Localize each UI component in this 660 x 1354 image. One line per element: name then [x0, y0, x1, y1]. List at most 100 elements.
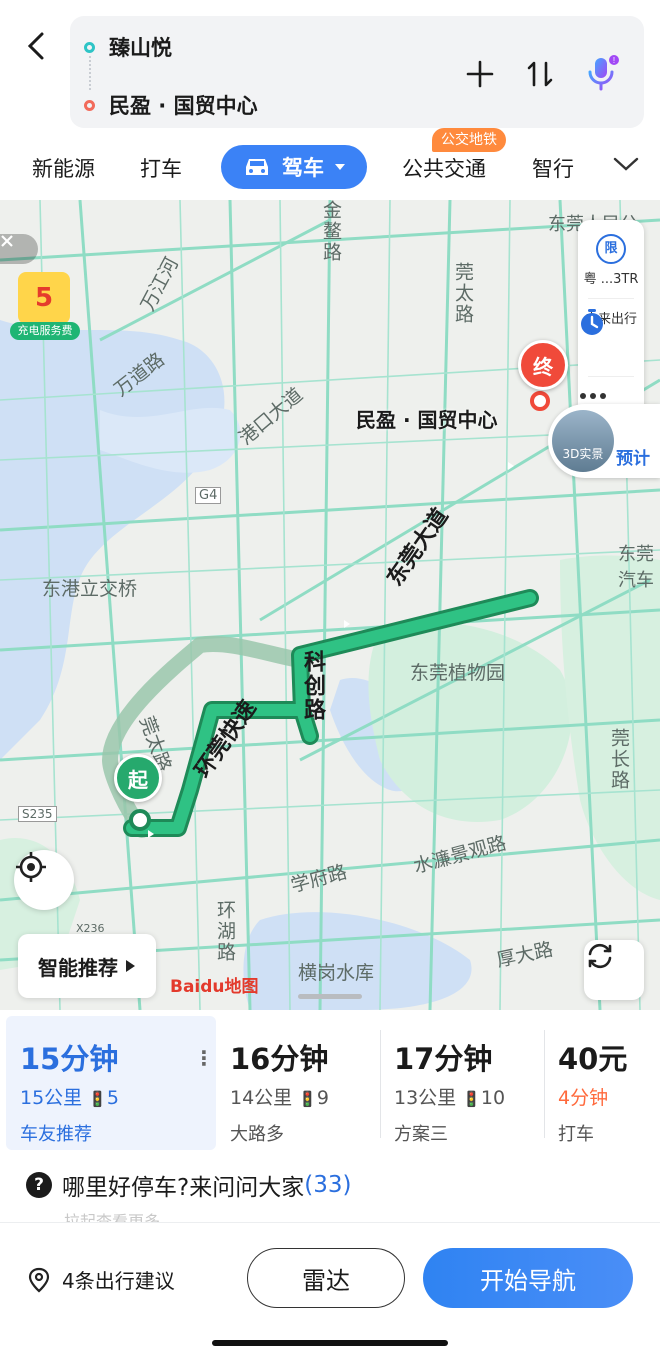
route-1-tag: 车友推荐: [20, 1124, 92, 1145]
destination-label: 民盈 · 国贸中心: [356, 408, 498, 432]
chevron-down-icon: [613, 157, 639, 171]
tab-drive-label: 驾车: [282, 156, 324, 180]
3d-preview-thumb: 3D实景: [552, 410, 614, 472]
parking-question[interactable]: ? 哪里好停车?来问问大家 (33): [26, 1168, 351, 1202]
ev-promo-number: 5: [18, 272, 70, 324]
route-card-2[interactable]: 16分钟 14公里 🚦9 大路多: [230, 1016, 380, 1150]
baidu-logo: Baidu地图: [170, 977, 259, 997]
clock-icon: [581, 309, 603, 335]
route-1-time: 15分钟: [20, 1042, 119, 1076]
expand-tabs-button[interactable]: [612, 154, 640, 178]
destination-text: 民盈 · 国贸中心: [109, 94, 258, 118]
more-dots-icon: [580, 393, 606, 399]
tab-new-energy[interactable]: 新能源: [32, 153, 95, 183]
swap-button[interactable]: [522, 56, 558, 92]
swap-icon: [527, 61, 553, 87]
back-arrow-icon: [27, 32, 44, 60]
close-ad-button[interactable]: [0, 234, 38, 264]
start-marker[interactable]: 起: [114, 754, 162, 802]
car-icon: [246, 159, 268, 175]
route-1-more-icon[interactable]: ⋮: [194, 1046, 214, 1070]
question-text: 哪里好停车?来问问大家: [62, 1175, 305, 1201]
taxi-eta: 4分钟: [558, 1087, 609, 1109]
voice-button[interactable]: !: [584, 55, 620, 92]
add-stop-button[interactable]: [462, 56, 498, 92]
plus-icon: [466, 60, 494, 88]
restriction-label: 粤 ...3TR: [583, 272, 639, 287]
locate-button[interactable]: [14, 850, 74, 910]
travel-suggestions-label: 4条出行建议: [62, 1269, 175, 1293]
end-point: [530, 391, 550, 411]
place-label-botanical: 东莞植物园: [410, 662, 506, 684]
question-icon: ?: [26, 1172, 52, 1198]
route-card-1[interactable]: 15分钟 ⋮ 15公里 🚦5 车友推荐: [6, 1016, 216, 1150]
location-pin-icon: [28, 1267, 50, 1292]
question-count: (33): [304, 1172, 352, 1198]
close-icon: [1, 235, 13, 247]
transit-badge: 公交地铁: [432, 128, 506, 152]
ev-promo[interactable]: 5 充电服务费: [10, 268, 80, 342]
place-label-henggang: 横岗水库: [298, 962, 375, 984]
route-card-3[interactable]: 17分钟 13公里 🚦10 方案三: [394, 1016, 544, 1150]
restriction-icon: 限: [596, 234, 626, 264]
route-2-tag: 大路多: [230, 1124, 284, 1145]
route-2-time: 16分钟: [230, 1042, 329, 1076]
route-3-time: 17分钟: [394, 1042, 493, 1076]
radar-button[interactable]: 雷达: [247, 1248, 405, 1308]
origin-text: 臻山悦: [109, 36, 172, 60]
tab-drive[interactable]: 驾车: [221, 145, 367, 189]
locate-icon: [16, 852, 46, 882]
smart-recommend-button[interactable]: 智能推荐: [18, 934, 156, 998]
route-input-box: 臻山悦 民盈 · 国贸中心 !: [70, 16, 644, 128]
tab-transit[interactable]: 公共交通: [402, 153, 486, 183]
microphone-icon: !: [588, 55, 619, 91]
restriction-button[interactable]: 限 粤 ...3TR: [578, 234, 644, 287]
botanical-garden-area: [368, 622, 572, 822]
back-button[interactable]: [18, 26, 54, 66]
taxi-tag: 打车: [558, 1124, 594, 1145]
start-point: [129, 809, 151, 831]
place-label-dongguan-car2: 汽车: [618, 570, 654, 591]
route-card-taxi[interactable]: 40元 4分钟 打车: [558, 1016, 658, 1150]
mode-tabs: 新能源 打车 驾车 公共交通 智行: [0, 140, 660, 200]
sheet-drag-handle[interactable]: [298, 994, 362, 999]
highway-s235: S235: [18, 806, 57, 822]
route-header: 臻山悦 民盈 · 国贸中心 !: [0, 0, 660, 140]
refresh-button[interactable]: [584, 940, 644, 1000]
road-label-guanchang: 莞长路: [608, 728, 630, 791]
place-label-dongguan-car: 东莞: [618, 544, 654, 565]
svg-text:!: !: [613, 56, 615, 65]
highway-g4: G4: [195, 487, 222, 504]
route-connector: [89, 56, 91, 90]
route-options: 15分钟 ⋮ 15公里 🚦5 车友推荐 16分钟 14公里 🚦9 大路多 17分…: [0, 1010, 660, 1150]
origin-dot-icon: [84, 41, 95, 53]
road-label-jinao: 金鳌路: [320, 200, 342, 263]
origin-field[interactable]: 臻山悦: [84, 32, 172, 62]
3d-preview-card[interactable]: 3D实景 预计: [548, 404, 660, 478]
map-view[interactable]: 金鳌路 莞太路 万江河 万道路 港口大道 G4 东港立交桥 民盈 · 国贸中心 …: [0, 200, 660, 1010]
tab-taxi[interactable]: 打车: [140, 153, 182, 183]
place-label-donggang: 东港立交桥: [42, 578, 138, 600]
smart-recommend-label: 智能推荐: [38, 955, 118, 980]
future-travel-button[interactable]: 未来出行: [578, 308, 644, 335]
route-3-tag: 方案三: [394, 1124, 448, 1145]
ev-promo-label: 充电服务费: [10, 322, 80, 340]
end-marker[interactable]: 终: [518, 340, 568, 390]
road-label-kechuang: 科创路: [300, 650, 325, 722]
refresh-icon: [588, 943, 612, 969]
tab-smart-travel[interactable]: 智行: [532, 153, 574, 183]
road-label-guantai: 莞太路: [452, 262, 474, 325]
map-canvas: [0, 200, 660, 1010]
route-3-meta: 13公里 🚦10: [394, 1087, 506, 1109]
home-indicator: [212, 1340, 448, 1346]
route-1-meta: 15公里 🚦5: [20, 1087, 120, 1109]
start-navigation-button[interactable]: 开始导航: [423, 1248, 633, 1308]
destination-dot-icon: [84, 99, 95, 111]
travel-suggestions[interactable]: 4条出行建议: [28, 1265, 175, 1294]
destination-field[interactable]: 民盈 · 国贸中心: [84, 90, 258, 120]
caret-down-icon: [335, 164, 345, 170]
3d-preview-eta: 预计: [616, 449, 650, 469]
route-divider: [544, 1030, 545, 1138]
route-2-meta: 14公里 🚦9: [230, 1087, 330, 1109]
play-caret-icon: [126, 960, 135, 972]
